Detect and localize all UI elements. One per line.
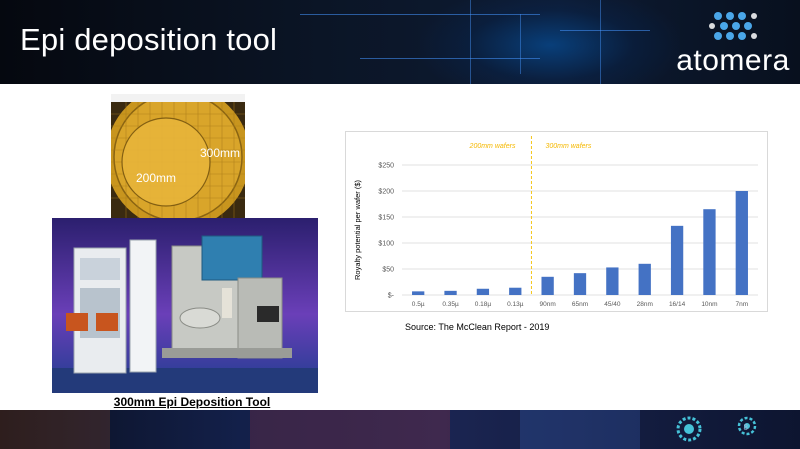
y-tick-label: $250 xyxy=(378,163,394,170)
circuit-trace xyxy=(520,14,521,74)
epi-tool-photo xyxy=(52,218,318,393)
royalty-bar-chart: $- $50 $100 $150 $200 $250 0.5µ 0.35µ 0.18µ 0.13µ… xyxy=(353,136,758,308)
x-tick-label: 10nm xyxy=(701,301,717,308)
footer-decoration xyxy=(0,410,110,449)
x-tick-label: 16/14 xyxy=(669,301,686,308)
bar xyxy=(476,288,490,295)
x-tick-label: 0.5µ xyxy=(412,301,425,308)
wafer-label-300: 300mm xyxy=(200,146,241,160)
source-note: Source: The McClean Report - 2019 xyxy=(405,322,550,332)
circuit-trace xyxy=(360,58,540,59)
logo-wordmark: atomera xyxy=(676,44,790,77)
slide-title: Epi deposition tool xyxy=(20,22,278,57)
bar xyxy=(509,287,522,295)
y-tick-label: $50 xyxy=(382,267,394,274)
bar xyxy=(541,276,554,295)
bar xyxy=(444,290,457,295)
bar xyxy=(670,225,684,295)
x-tick-label: 0.13µ xyxy=(507,301,524,308)
circuit-trace xyxy=(560,30,650,31)
x-tick-label: 45/40 xyxy=(604,301,621,308)
annotation-200mm: 200mm wafers xyxy=(469,143,516,150)
gear-icon xyxy=(676,416,757,442)
chart-frame: $- $50 $100 $150 $200 $250 0.5µ 0.35µ 0.18µ 0.13µ… xyxy=(345,131,768,312)
page-number: 8 xyxy=(743,423,748,432)
circuit-trace xyxy=(470,0,471,84)
bar xyxy=(606,267,619,295)
x-tick-label: 90nm xyxy=(540,301,556,308)
circuit-trace xyxy=(600,0,601,84)
header-glow xyxy=(420,0,680,84)
x-tick-label: 28nm xyxy=(637,301,653,308)
x-tick-label: 0.18µ xyxy=(475,301,492,308)
tool-caption: 300mm Epi Deposition Tool xyxy=(113,395,271,409)
y-axis-label: Royalty potential per wafer ($) xyxy=(353,179,362,280)
bar xyxy=(703,209,716,295)
y-tick-label: $100 xyxy=(378,241,394,248)
y-tick-label: $150 xyxy=(378,215,394,222)
y-tick-label: $200 xyxy=(378,189,394,196)
bar xyxy=(735,191,748,295)
footer-banner: 8 xyxy=(0,410,800,449)
bar xyxy=(412,291,425,295)
footer-decoration xyxy=(520,410,640,449)
wafer-photo: 300mm 200mm xyxy=(111,94,245,220)
bar xyxy=(638,263,651,295)
x-tick-label: 65nm xyxy=(572,301,588,308)
x-tick-label: 0.35µ xyxy=(442,301,459,308)
wafer-label-200: 200mm xyxy=(136,171,177,185)
annotation-300mm: 300mm wafers xyxy=(545,143,591,150)
y-tick-label: $- xyxy=(388,293,395,300)
circuit-trace xyxy=(300,14,540,15)
footer-decoration xyxy=(250,410,450,449)
bar xyxy=(573,273,587,295)
x-tick-label: 7nm xyxy=(735,301,748,308)
